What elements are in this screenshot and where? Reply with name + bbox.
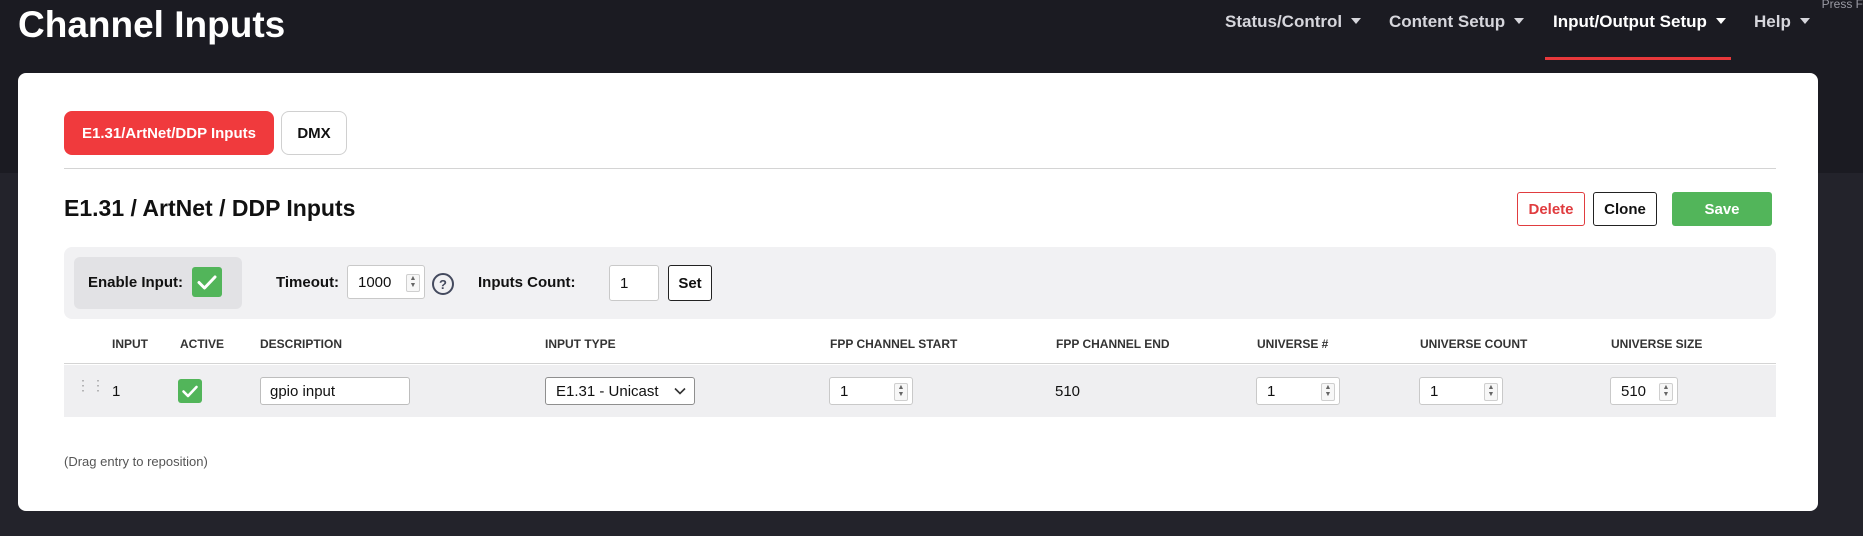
enable-input-group: Enable Input: [74,257,242,309]
drag-hint-text: (Drag entry to reposition) [64,454,208,469]
section-title: E1.31 / ArtNet / DDP Inputs [64,195,356,221]
column-header: UNIVERSE # [1257,337,1329,351]
input-type-select[interactable]: E1.31 - Unicast [545,377,695,405]
nav-content-setup[interactable]: Content Setup [1389,12,1525,32]
universe-count-input[interactable]: 1 ▲ ▼ [1419,377,1503,405]
chevron-down-icon [1351,17,1362,24]
nav-status-control[interactable]: Status/Control [1225,12,1362,32]
inputs-count-label: Inputs Count: [478,274,576,291]
column-header: FPP CHANNEL END [1056,337,1170,351]
column-header: UNIVERSE SIZE [1611,337,1703,351]
chevron-down-icon [1514,17,1525,24]
column-header: UNIVERSE COUNT [1420,337,1528,351]
timeout-input[interactable]: 1000 ▲ ▼ [347,265,425,299]
universe-size-value: 510 [1621,382,1647,400]
help-icon[interactable]: ? [432,273,454,295]
chevron-down-icon [1799,17,1810,24]
input-type-value: E1.31 - Unicast [556,382,659,400]
enable-input-checkbox[interactable] [192,267,222,297]
keyboard-hint: Press F [1821,0,1863,11]
enable-input-label: Enable Input: [88,274,183,291]
drag-handle-icon[interactable]: ⋮⋮ [76,378,105,400]
stepper-icon[interactable]: ▲ ▼ [1484,383,1498,401]
column-header: INPUT [112,337,148,351]
column-header: DESCRIPTION [260,337,343,351]
universe-input[interactable]: 1 ▲ ▼ [1256,377,1340,405]
nav-label: Input/Output Setup [1553,12,1707,31]
description-value: gpio input [270,382,336,400]
nav-label: Status/Control [1225,12,1343,31]
row-active-checkbox[interactable] [178,379,202,403]
nav-input-output-setup[interactable]: Input/Output Setup [1553,12,1726,32]
timeout-label: Timeout: [276,274,340,291]
chevron-down-icon [674,387,686,395]
stepper-icon[interactable]: ▲ ▼ [406,274,420,292]
save-button[interactable]: Save [1672,192,1772,226]
stepper-icon[interactable]: ▲ ▼ [1321,383,1335,401]
chevron-down-icon [1715,17,1726,24]
delete-button[interactable]: Delete [1517,192,1585,226]
column-header: FPP CHANNEL START [830,337,958,351]
tab-divider [64,168,1776,169]
main-nav: Status/Control Content Setup Input/Outpu… [0,12,1863,60]
fpp-channel-start-value: 1 [840,382,849,400]
nav-help[interactable]: Help [1754,12,1810,32]
inputs-count-input[interactable]: 1 [609,265,659,301]
universe-size-input[interactable]: 510 ▲ ▼ [1610,377,1678,405]
stepper-icon[interactable]: ▲ ▼ [894,383,908,401]
inputs-count-value: 1 [620,274,629,292]
table-row[interactable]: ⋮⋮ 1 gpio input E1.31 - Unicast 1 ▲ ▼ 510… [64,365,1776,417]
tab-dmx[interactable]: DMX [281,111,347,155]
description-input[interactable]: gpio input [260,377,410,405]
nav-label: Content Setup [1389,12,1506,31]
universe-count-value: 1 [1430,382,1439,400]
fpp-channel-start-input[interactable]: 1 ▲ ▼ [829,377,913,405]
cell-input: 1 [112,383,121,400]
stepper-icon[interactable]: ▲ ▼ [1659,383,1673,401]
header-divider [64,363,1776,364]
clone-button[interactable]: Clone [1593,192,1657,226]
checkmark-icon [182,385,198,398]
column-header: INPUT TYPE [545,337,616,351]
nav-active-indicator [1545,57,1731,60]
nav-label: Help [1754,12,1791,31]
column-header: ACTIVE [180,337,225,351]
universe-value: 1 [1267,382,1276,400]
main-card: E1.31/ArtNet/DDP Inputs DMX E1.31 / ArtN… [18,73,1818,511]
set-button[interactable]: Set [668,265,712,301]
settings-panel: Enable Input: Timeout: 1000 ▲ ▼ ? Inputs … [64,247,1776,319]
timeout-value: 1000 [358,273,392,291]
tab-e131-artnet-ddp[interactable]: E1.31/ArtNet/DDP Inputs [64,111,274,155]
cell-fpp-channel-end: 510 [1055,383,1081,400]
checkmark-icon [197,275,217,290]
